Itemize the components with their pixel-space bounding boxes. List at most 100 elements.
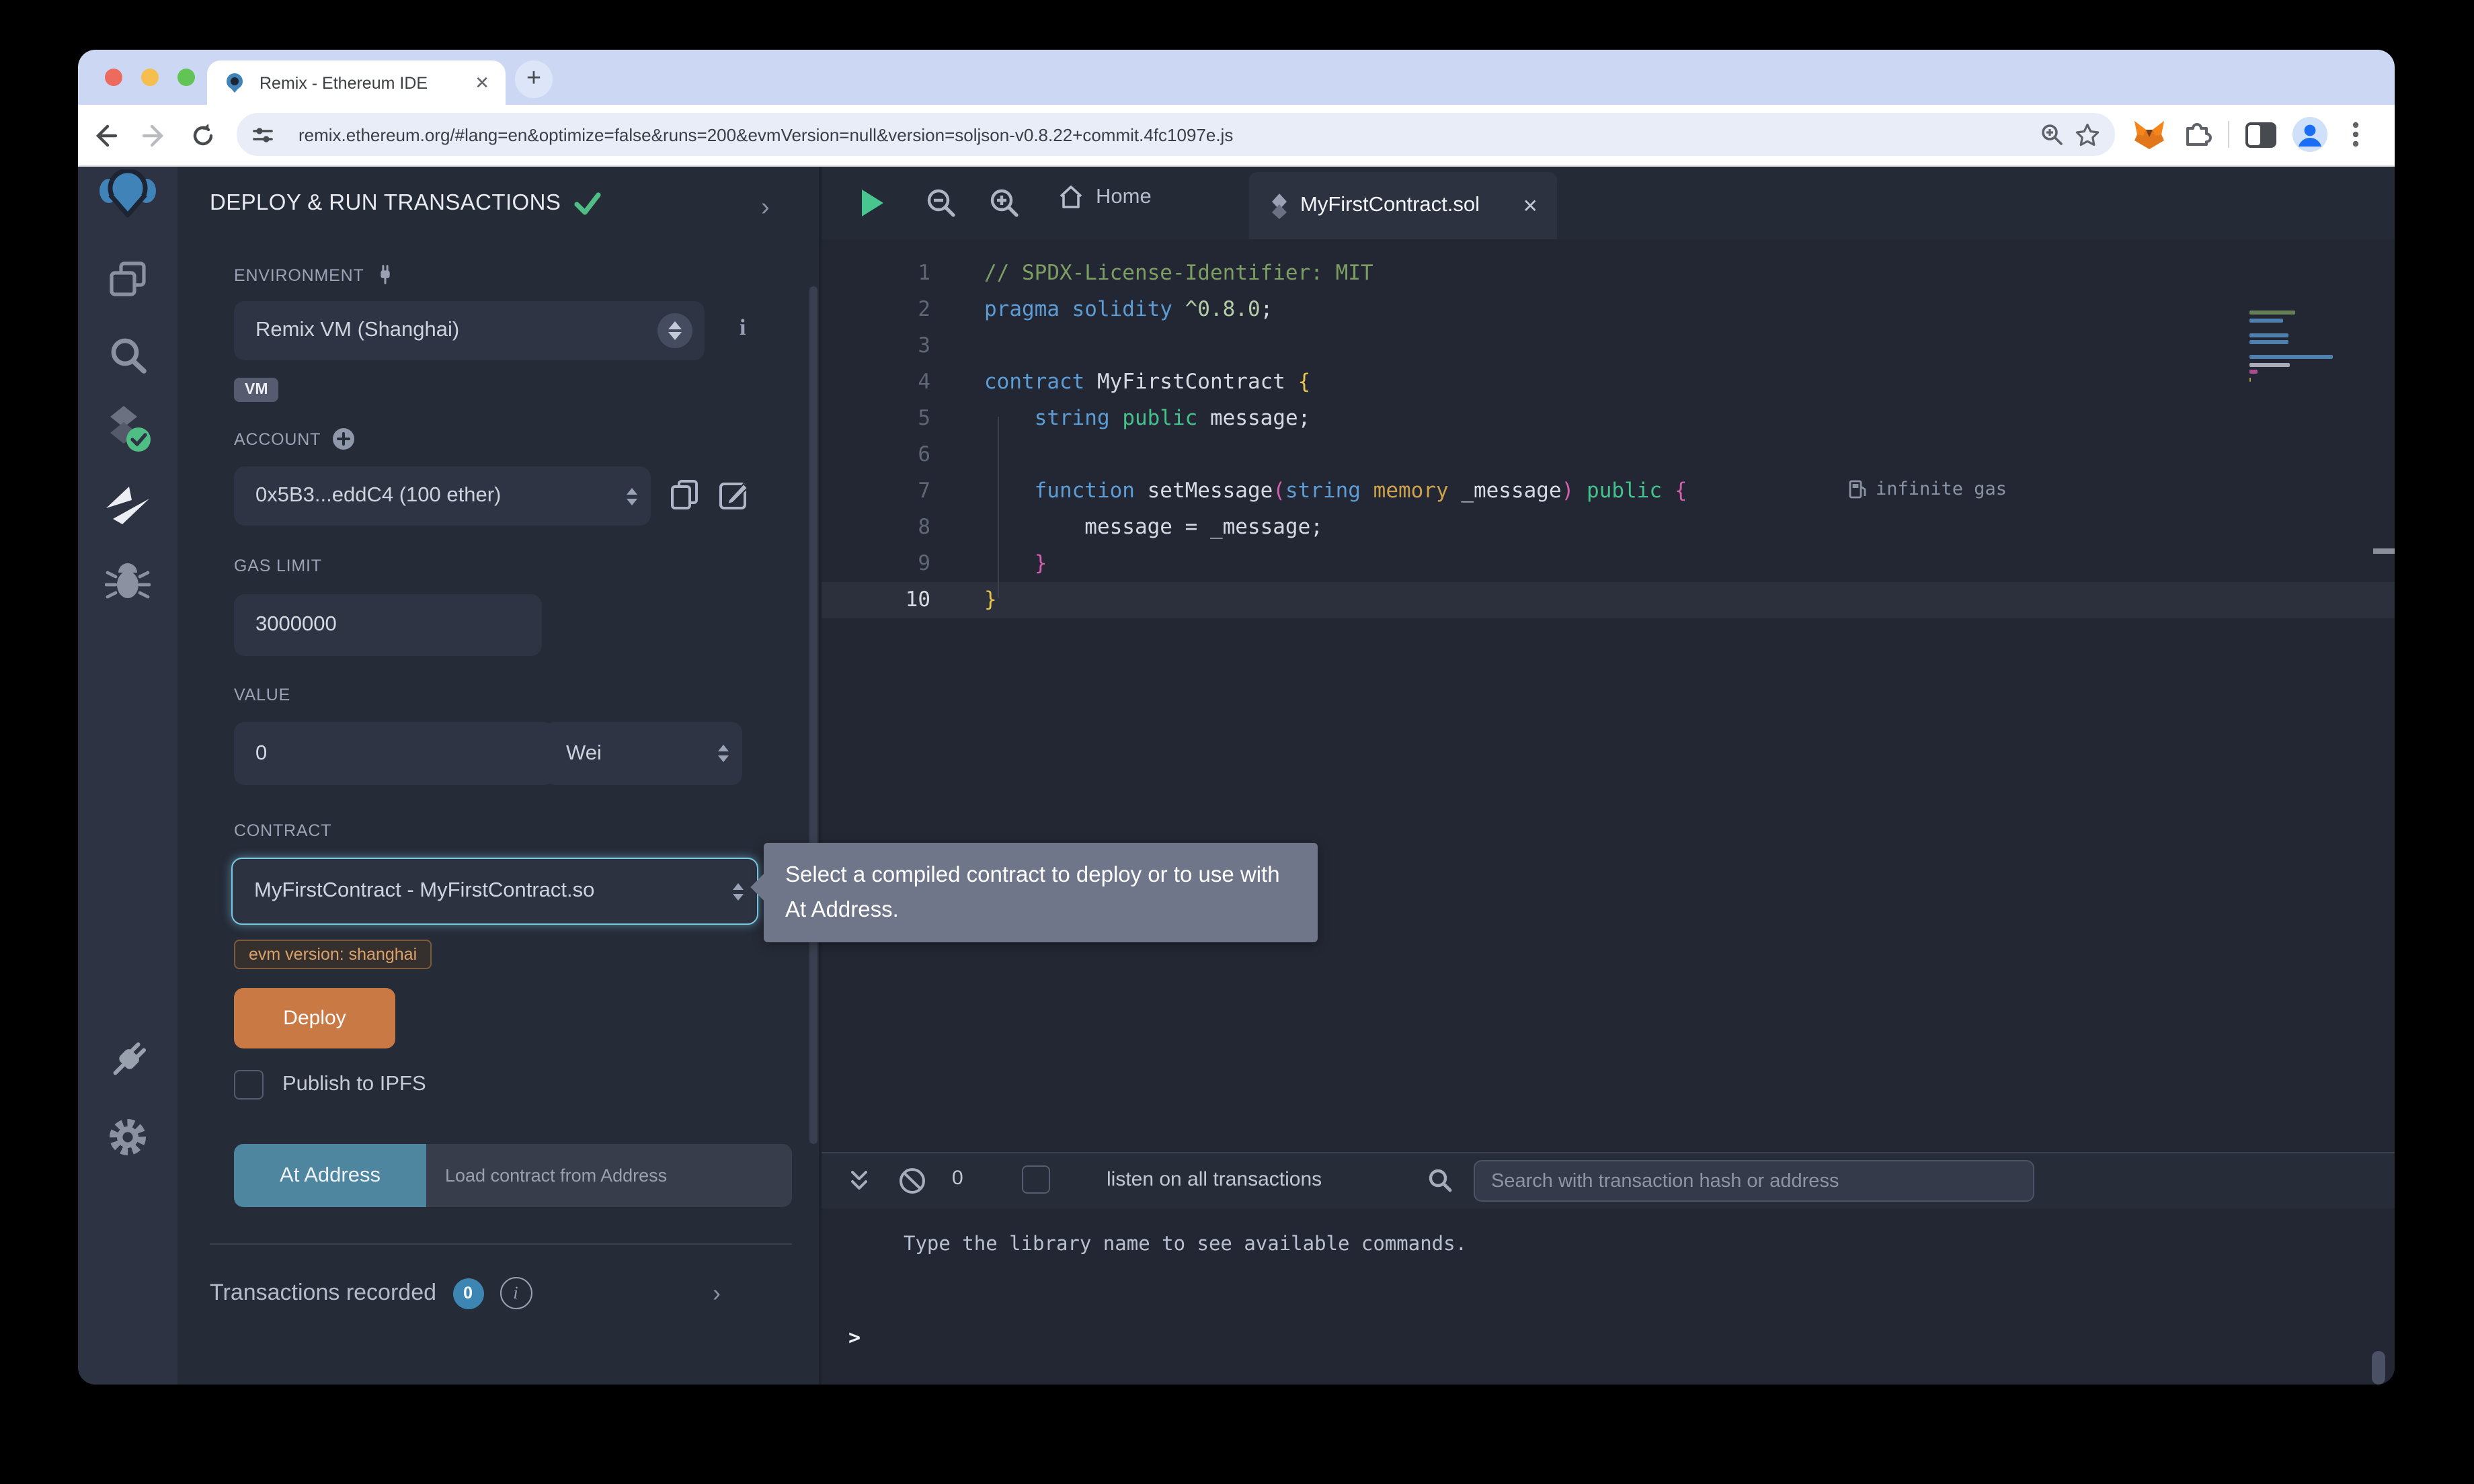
code-line[interactable]: 4contract MyFirstContract { [822,364,2395,401]
zoom-in-icon[interactable] [986,184,1023,222]
line-number: 4 [822,364,949,401]
value-input[interactable] [234,722,554,785]
close-tab-icon[interactable]: ✕ [1523,194,1538,217]
environment-label: ENVIRONMENT [234,265,364,284]
at-address-button[interactable]: At Address [234,1144,426,1207]
forward-button[interactable] [136,117,172,153]
transactions-info-icon[interactable]: i [500,1277,532,1309]
url-text: remix.ethereum.org/#lang=en&optimize=fal… [298,124,2034,145]
screen: Remix - Ethereum IDE ✕ + remix.ethereum.… [0,0,2474,1484]
unit-select-arrows-icon [718,745,729,762]
listen-transactions-label: listen on all transactions [1107,1168,1322,1191]
code-text: string public message; [984,401,1310,437]
plugin-manager-icon[interactable] [78,1028,177,1093]
copy-account-icon[interactable] [670,479,699,511]
edit-account-icon[interactable] [718,479,750,511]
gas-limit-input[interactable] [234,594,542,656]
terminal-body[interactable]: Type the library name to see available c… [822,1207,2395,1385]
line-number: 10 [822,582,949,618]
line-number: 5 [822,401,949,437]
terminal-search-input[interactable] [1474,1160,2034,1202]
code-line[interactable]: 2pragma solidity ^0.8.0; [822,292,2395,328]
metamask-extension-icon[interactable] [2132,119,2166,150]
solidity-file-icon [1271,193,1288,218]
terminal: 0 listen on all transactions Type the li… [822,1152,2395,1385]
maximize-window-button[interactable] [177,69,195,86]
zoom-out-icon[interactable] [922,184,960,222]
add-account-icon[interactable] [331,427,354,450]
clear-console-icon[interactable] [898,1167,926,1195]
profile-avatar[interactable] [2292,117,2327,152]
transactions-expand-chevron[interactable]: › [713,1280,721,1308]
publish-ipfs-label: Publish to IPFS [282,1073,426,1097]
search-icon[interactable] [78,324,177,388]
code-editor[interactable]: 1// SPDX-License-Identifier: MIT2pragma … [822,239,2395,1152]
plug-icon[interactable] [375,263,395,286]
code-line[interactable]: 9 } [822,546,2395,582]
code-line[interactable]: 3 [822,328,2395,364]
listen-transactions-checkbox[interactable] [1022,1165,1050,1194]
tab-close-icon[interactable]: ✕ [475,72,489,93]
editor-minimap[interactable] [2249,311,2344,384]
browser-toolbar: remix.ethereum.org/#lang=en&optimize=fal… [78,105,2395,167]
tab-myfirstcontract[interactable]: MyFirstContract.sol ✕ [1249,172,1557,239]
sidebar-toggle-icon[interactable] [2244,120,2278,149]
toolbar-separator [2228,121,2229,148]
browser-tab[interactable]: Remix - Ethereum IDE ✕ [207,60,506,105]
code-text: message = _message; [984,509,1323,546]
code-line[interactable]: 5 string public message; [822,401,2395,437]
new-tab-button[interactable]: + [515,60,553,98]
collapse-panel-chevron[interactable]: › [761,194,770,223]
terminal-search-icon [1427,1167,1453,1194]
bookmark-star-icon[interactable] [2069,117,2104,152]
value-label: VALUE [234,686,290,704]
back-button[interactable] [86,117,122,153]
home-icon [1058,184,1084,210]
active-tab-label: MyFirstContract.sol [1300,194,1511,218]
zoom-page-icon[interactable] [2034,117,2069,152]
terminal-message: Type the library name to see available c… [904,1234,1467,1255]
panel-scrollbar[interactable] [809,286,817,1144]
code-line[interactable]: 6 [822,437,2395,473]
close-window-button[interactable] [105,69,122,86]
terminal-scrollbar[interactable] [2372,1351,2385,1385]
environment-select[interactable]: Remix VM (Shanghai) [234,301,705,360]
environment-info-icon[interactable]: i [740,315,746,341]
code-line[interactable]: 7 function setMessage(string memory _mes… [822,473,2395,509]
contract-select[interactable]: MyFirstContract - MyFirstContract.so [231,858,758,925]
deploy-button[interactable]: Deploy [234,988,395,1048]
code-line[interactable]: 8 message = _message; [822,509,2395,546]
debugger-icon[interactable] [78,548,177,613]
code-line[interactable]: 1// SPDX-License-Identifier: MIT [822,255,2395,292]
remix-logo[interactable] [78,161,177,226]
code-text: // SPDX-License-Identifier: MIT [984,255,1373,292]
publish-ipfs-checkbox[interactable] [234,1070,264,1100]
transactions-recorded-label: Transactions recorded [210,1280,436,1307]
line-number: 7 [822,473,949,509]
file-explorer-icon[interactable] [78,247,177,312]
line-number: 8 [822,509,949,546]
deploy-and-run-icon[interactable] [78,473,177,538]
minimize-window-button[interactable] [141,69,159,86]
browser-menu-icon[interactable] [2342,120,2369,149]
expand-terminal-icon[interactable] [848,1169,870,1192]
contract-label: CONTRACT [234,821,331,840]
account-select[interactable]: 0x5B3...eddC4 (100 ether) [234,466,651,526]
line-number: 9 [822,546,949,582]
reload-button[interactable] [184,117,221,153]
code-line[interactable]: 10} [822,582,2395,618]
tab-home[interactable]: Home [1058,184,1152,210]
run-script-icon[interactable] [854,184,891,222]
settings-gear-icon[interactable] [78,1105,177,1169]
transactions-count-badge: 0 [452,1278,483,1309]
site-settings-icon[interactable] [245,117,280,152]
deploy-run-panel: DEPLOY & RUN TRANSACTIONS › ENVIRONMENT … [177,167,819,1385]
at-address-input[interactable] [426,1144,792,1207]
browser-window: Remix - Ethereum IDE ✕ + remix.ethereum.… [78,50,2395,1385]
gas-limit-label: GAS LIMIT [234,556,322,575]
extensions-puzzle-icon[interactable] [2181,118,2213,151]
solidity-compiler-icon[interactable] [78,397,177,461]
remix-favicon [223,71,246,94]
value-unit-select[interactable]: Wei [545,722,742,785]
address-bar[interactable]: remix.ethereum.org/#lang=en&optimize=fal… [237,113,2115,156]
